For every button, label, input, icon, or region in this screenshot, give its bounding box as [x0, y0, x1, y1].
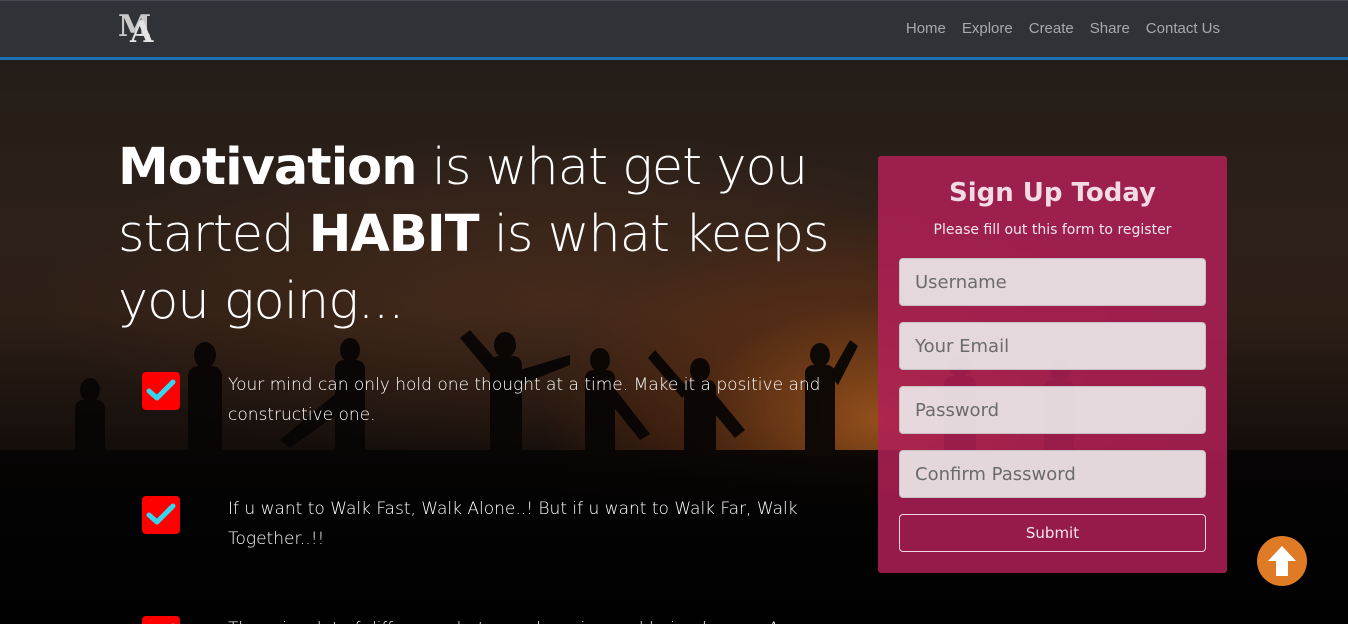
- signup-subtitle: Please fill out this form to register: [933, 222, 1172, 238]
- check-icon: [142, 616, 180, 624]
- feature-text: There is a lot of difference between kno…: [228, 614, 828, 624]
- signup-form: Sign Up Today Please fill out this form …: [878, 156, 1227, 573]
- confirm-password-input[interactable]: [899, 450, 1206, 498]
- top-navbar: MA Home Explore Create Share Contact Us: [0, 0, 1348, 60]
- headline-motivation: Motivation: [118, 138, 418, 197]
- nav-links: Home Explore Create Share Contact Us: [906, 20, 1220, 37]
- nav-explore[interactable]: Explore: [962, 20, 1013, 37]
- site-logo[interactable]: MA: [118, 9, 160, 51]
- headline-habit: HABIT: [308, 205, 480, 264]
- signup-title: Sign Up Today: [948, 178, 1157, 208]
- hero-headline: Motivation is what get you started HABIT…: [118, 134, 838, 335]
- nav-share[interactable]: Share: [1090, 20, 1130, 37]
- nav-home[interactable]: Home: [906, 20, 946, 37]
- nav-create[interactable]: Create: [1029, 20, 1074, 37]
- arrow-up-icon: [1268, 546, 1296, 576]
- feature-text: Your mind can only hold one thought at a…: [228, 375, 821, 425]
- scroll-to-top-button[interactable]: [1257, 536, 1307, 586]
- check-icon: [142, 496, 180, 534]
- username-input[interactable]: [899, 258, 1206, 306]
- check-icon: [142, 372, 180, 410]
- nav-contact-us[interactable]: Contact Us: [1146, 20, 1220, 37]
- submit-button[interactable]: Submit: [899, 514, 1206, 552]
- password-input[interactable]: [899, 386, 1206, 434]
- email-input[interactable]: [899, 322, 1206, 370]
- feature-text: If u want to Walk Fast, Walk Alone..! Bu…: [228, 499, 798, 549]
